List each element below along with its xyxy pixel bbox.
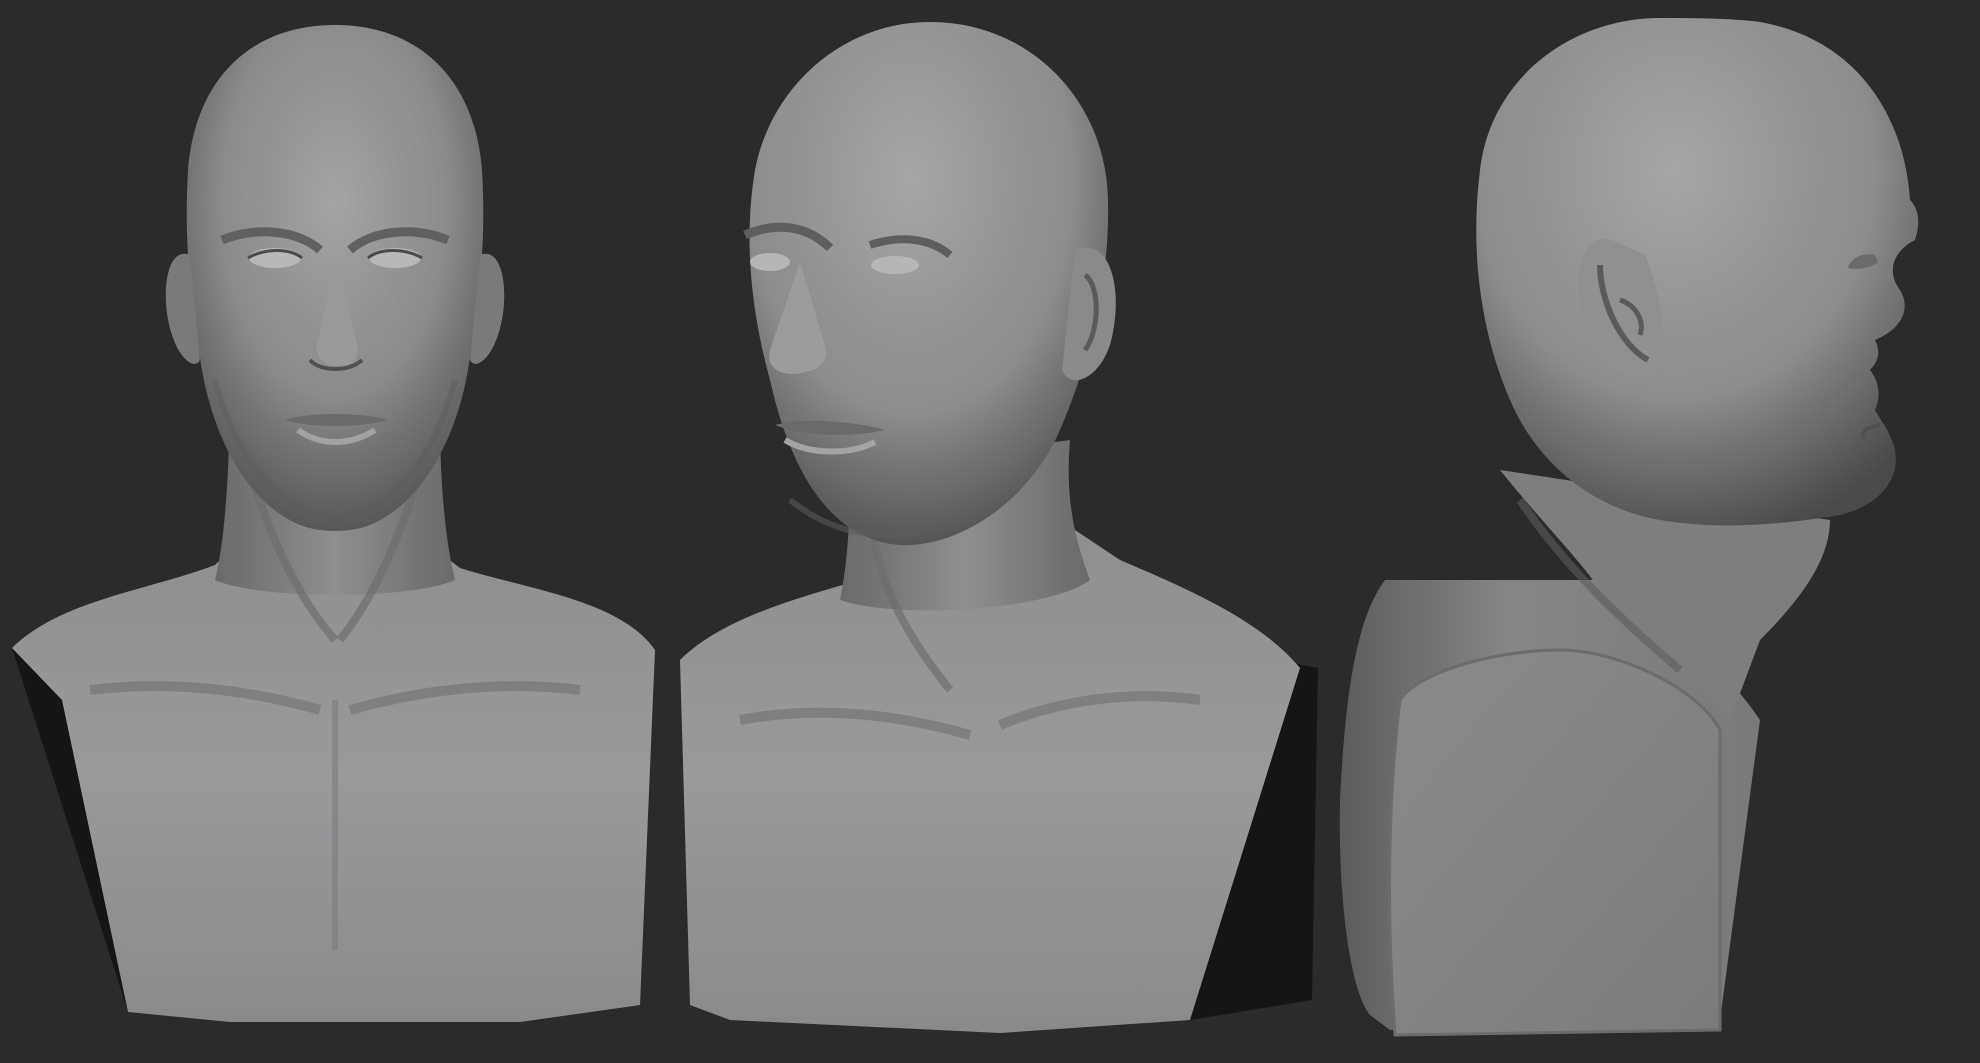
render-viewport <box>0 0 1980 1063</box>
profile-cut-plane <box>1388 648 1722 1037</box>
profile-head <box>1476 18 1919 526</box>
tq-eye-right <box>871 256 919 274</box>
tq-eye-left <box>750 253 790 271</box>
three-quarter-view-bust <box>680 22 1318 1033</box>
profile-view-bust <box>1339 18 1919 1037</box>
front-view-bust <box>12 25 655 1022</box>
sculpt-renders <box>12 18 1919 1037</box>
